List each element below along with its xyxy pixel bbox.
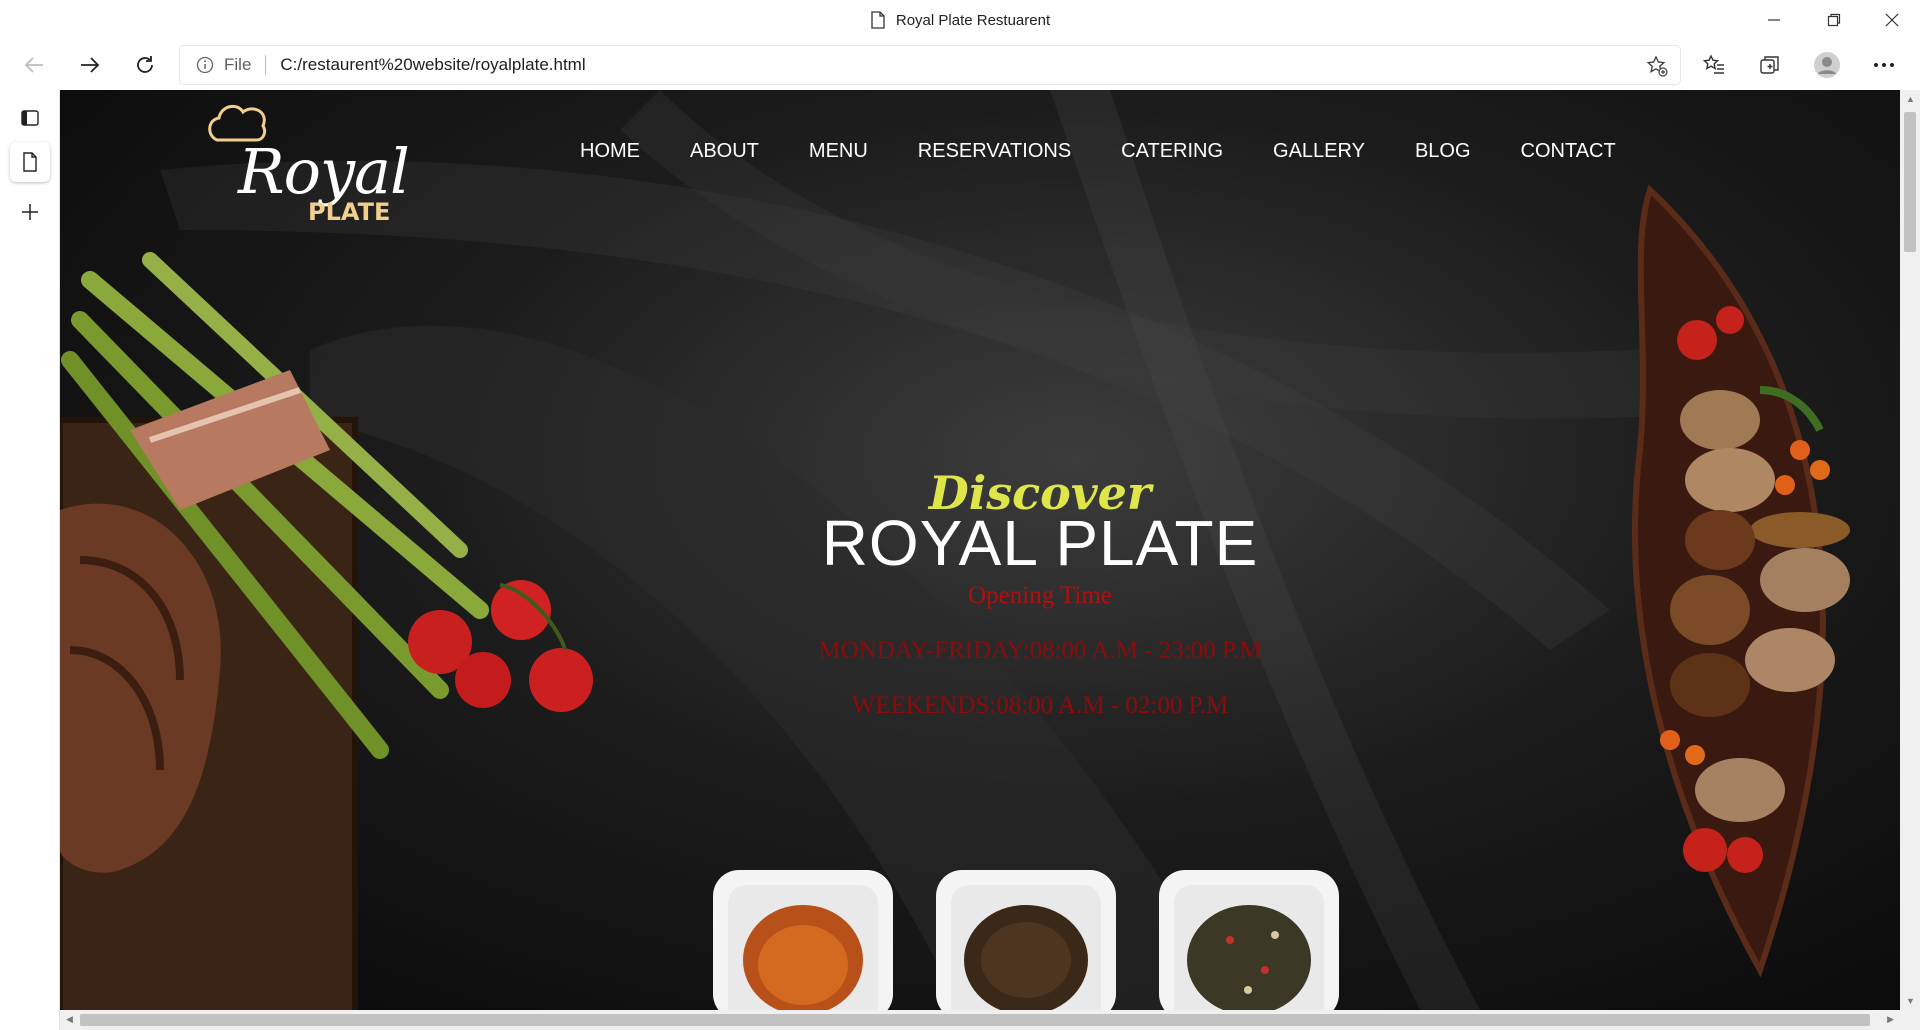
hero-section: Discover ROYAL PLATE Opening Time MONDAY… [740,468,1340,720]
weekend-hours: WEEKENDS:08:00 A.M - 02:00 P.M [851,692,1229,719]
site-logo[interactable]: Royal PLATE [205,100,410,230]
profile-button[interactable] [1807,45,1847,85]
main-nav: HOME ABOUT MENU RESERVATIONS CATERING GA… [580,140,1666,170]
new-tab-button[interactable] [10,192,50,232]
document-icon [871,11,885,29]
more-menu-button[interactable] [1864,45,1904,85]
vertical-scrollbar[interactable]: ▲ ▼ [1900,90,1920,1010]
page-icon [23,152,37,172]
close-button[interactable] [1864,0,1920,40]
add-favorite-icon[interactable] [1646,55,1668,77]
horizontal-scrollbar[interactable]: ◀ ▶ [60,1010,1900,1030]
address-divider [265,55,267,75]
refresh-icon [137,56,153,73]
more-dots-icon [1874,63,1894,67]
tab-panel-icon [21,110,39,126]
collections-icon [1760,56,1779,74]
url-text[interactable]: C:/restaurent%20website/royalplate.html [280,55,585,75]
tab-actions-button[interactable] [10,98,50,138]
scroll-down-icon[interactable]: ▼ [1906,996,1915,1006]
horizontal-scroll-thumb[interactable] [80,1014,1870,1026]
minimize-button[interactable] [1746,0,1802,40]
opening-time-label: Opening Time [968,582,1112,609]
nav-menu[interactable]: MENU [809,140,868,170]
refresh-button[interactable] [125,45,165,85]
page-viewport: Royal PLATE HOME ABOUT MENU RESERVATIONS… [60,90,1900,1010]
nav-blog[interactable]: BLOG [1415,140,1471,170]
tab-current-page[interactable] [10,142,50,182]
scroll-right-icon[interactable]: ▶ [1887,1014,1894,1025]
scroll-up-icon[interactable]: ▲ [1906,94,1915,104]
favorites-button[interactable] [1694,45,1734,85]
back-button[interactable] [14,45,54,85]
address-bar[interactable]: File C:/restaurent%20website/royalplate.… [180,46,1680,84]
plus-icon [22,204,38,220]
browser-toolbar: File C:/restaurent%20website/royalplate.… [0,40,1920,90]
forward-button[interactable] [70,45,110,85]
window-titlebar: Royal Plate Restuarent [0,0,1920,40]
nav-catering[interactable]: CATERING [1121,140,1223,170]
nav-about[interactable]: ABOUT [690,140,759,170]
vertical-tab-strip [0,90,60,1030]
nav-gallery[interactable]: GALLERY [1273,140,1365,170]
avatar-icon [1814,52,1840,78]
hero-title: ROYAL PLATE [821,507,1259,579]
weekday-hours: MONDAY-FRIDAY:08:00 A.M - 23:00 P.M [818,637,1262,664]
forward-arrow-icon [81,57,100,73]
scroll-left-icon[interactable]: ◀ [66,1014,73,1025]
scheme-label: File [224,55,252,74]
vertical-scroll-thumb[interactable] [1904,112,1916,252]
nav-reservations[interactable]: RESERVATIONS [918,140,1071,170]
minimize-icon [1768,19,1780,21]
scrollbar-corner [1900,1010,1920,1030]
window-title: Royal Plate Restuarent [895,11,1051,29]
close-icon [1885,13,1899,27]
nav-home[interactable]: HOME [580,140,640,170]
info-icon[interactable] [196,56,214,74]
back-arrow-icon [24,57,43,73]
logo-subtext: PLATE [308,198,391,226]
favorites-list-icon [1702,54,1724,74]
restore-button[interactable] [1806,0,1862,40]
nav-contact[interactable]: CONTACT [1521,140,1616,170]
collections-button[interactable] [1750,45,1790,85]
restore-icon [1827,13,1841,27]
